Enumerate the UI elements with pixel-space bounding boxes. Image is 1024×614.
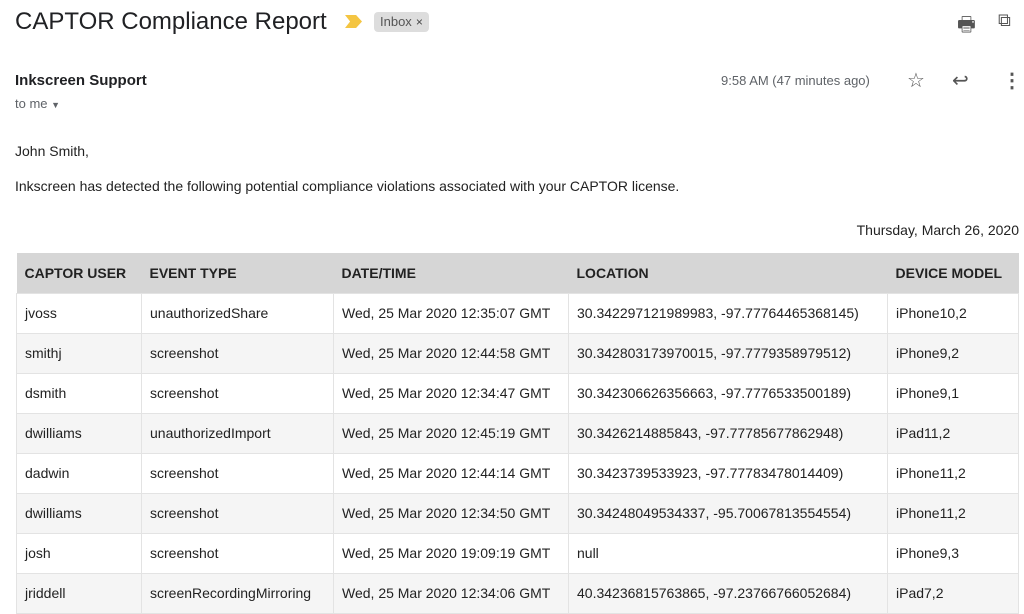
recipient-text: to me — [15, 96, 48, 111]
table-row: dsmithscreenshotWed, 25 Mar 2020 12:34:4… — [17, 373, 1019, 413]
open-in-new-window-icon[interactable]: ⧉ — [998, 10, 1011, 31]
location-cell: 30.34248049534337, -95.70067813554554) — [569, 493, 888, 533]
chevron-down-icon: ▼ — [51, 100, 60, 110]
device-model-cell: iPhone11,2 — [888, 453, 1019, 493]
star-icon[interactable]: ☆ — [907, 68, 925, 93]
location-cell: 30.3426214885843, -97.77785677862948) — [569, 413, 888, 453]
datetime-cell: Wed, 25 Mar 2020 12:34:50 GMT — [334, 493, 569, 533]
violations-table: CAPTOR USER EVENT TYPE DATE/TIME LOCATIO… — [16, 253, 1019, 614]
event-type-cell: screenshot — [142, 333, 334, 373]
device-model-cell: iPhone10,2 — [888, 293, 1019, 333]
datetime-cell: Wed, 25 Mar 2020 12:44:14 GMT — [334, 453, 569, 493]
column-header: DATE/TIME — [334, 253, 569, 293]
intro-text: Inkscreen has detected the following pot… — [15, 178, 679, 194]
event-type-cell: screenshot — [142, 493, 334, 533]
event-type-cell: screenshot — [142, 533, 334, 573]
datetime-cell: Wed, 25 Mar 2020 12:35:07 GMT — [334, 293, 569, 333]
user-cell: josh — [17, 533, 142, 573]
device-model-cell: iPhone11,2 — [888, 493, 1019, 533]
sender-name: Inkscreen Support — [15, 72, 147, 89]
table-row: dwilliamsscreenshotWed, 25 Mar 2020 12:3… — [17, 493, 1019, 533]
email-subject: CAPTOR Compliance Report — [15, 8, 327, 36]
device-model-cell: iPhone9,1 — [888, 373, 1019, 413]
inbox-label[interactable]: Inbox × — [374, 12, 429, 32]
important-marker-icon[interactable] — [345, 15, 362, 28]
user-cell: jriddell — [17, 573, 142, 613]
datetime-cell: Wed, 25 Mar 2020 19:09:19 GMT — [334, 533, 569, 573]
location-cell: 40.34236815763865, -97.23766766052684) — [569, 573, 888, 613]
location-cell: 30.3423739533923, -97.77783478014409) — [569, 453, 888, 493]
user-cell: jvoss — [17, 293, 142, 333]
table-row: jvossunauthorizedShareWed, 25 Mar 2020 1… — [17, 293, 1019, 333]
reply-icon[interactable]: ↩ — [952, 68, 969, 93]
column-header: DEVICE MODEL — [888, 253, 1019, 293]
table-row: dadwinscreenshotWed, 25 Mar 2020 12:44:1… — [17, 453, 1019, 493]
event-type-cell: unauthorizedShare — [142, 293, 334, 333]
column-header: CAPTOR USER — [17, 253, 142, 293]
column-header: LOCATION — [569, 253, 888, 293]
inbox-label-text: Inbox — [380, 14, 412, 29]
report-date: Thursday, March 26, 2020 — [857, 222, 1019, 238]
user-cell: dwilliams — [17, 493, 142, 533]
user-cell: dsmith — [17, 373, 142, 413]
location-cell: null — [569, 533, 888, 573]
device-model-cell: iPhone9,2 — [888, 333, 1019, 373]
remove-label-icon[interactable]: × — [416, 15, 423, 29]
email-timestamp: 9:58 AM (47 minutes ago) — [721, 73, 870, 88]
location-cell: 30.342803173970015, -97.7779358979512) — [569, 333, 888, 373]
device-model-cell: iPad11,2 — [888, 413, 1019, 453]
more-options-icon[interactable]: ⋮ — [1002, 68, 1022, 93]
datetime-cell: Wed, 25 Mar 2020 12:44:58 GMT — [334, 333, 569, 373]
location-cell: 30.342297121989983, -97.77764465368145) — [569, 293, 888, 333]
table-row: smithjscreenshotWed, 25 Mar 2020 12:44:5… — [17, 333, 1019, 373]
event-type-cell: unauthorizedImport — [142, 413, 334, 453]
table-row: dwilliamsunauthorizedImportWed, 25 Mar 2… — [17, 413, 1019, 453]
print-icon[interactable]: 🖶 — [957, 10, 976, 44]
table-row: joshscreenshotWed, 25 Mar 2020 19:09:19 … — [17, 533, 1019, 573]
datetime-cell: Wed, 25 Mar 2020 12:45:19 GMT — [334, 413, 569, 453]
datetime-cell: Wed, 25 Mar 2020 12:34:06 GMT — [334, 573, 569, 613]
column-header: EVENT TYPE — [142, 253, 334, 293]
event-type-cell: screenshot — [142, 373, 334, 413]
device-model-cell: iPhone9,3 — [888, 533, 1019, 573]
event-type-cell: screenshot — [142, 453, 334, 493]
location-cell: 30.342306626356663, -97.7776533500189) — [569, 373, 888, 413]
recipient-details-toggle[interactable]: to me ▼ — [15, 96, 60, 111]
greeting: John Smith, — [15, 143, 89, 159]
user-cell: dwilliams — [17, 413, 142, 453]
table-row: jriddellscreenRecordingMirroringWed, 25 … — [17, 573, 1019, 613]
event-type-cell: screenRecordingMirroring — [142, 573, 334, 613]
user-cell: dadwin — [17, 453, 142, 493]
user-cell: smithj — [17, 333, 142, 373]
device-model-cell: iPad7,2 — [888, 573, 1019, 613]
datetime-cell: Wed, 25 Mar 2020 12:34:47 GMT — [334, 373, 569, 413]
